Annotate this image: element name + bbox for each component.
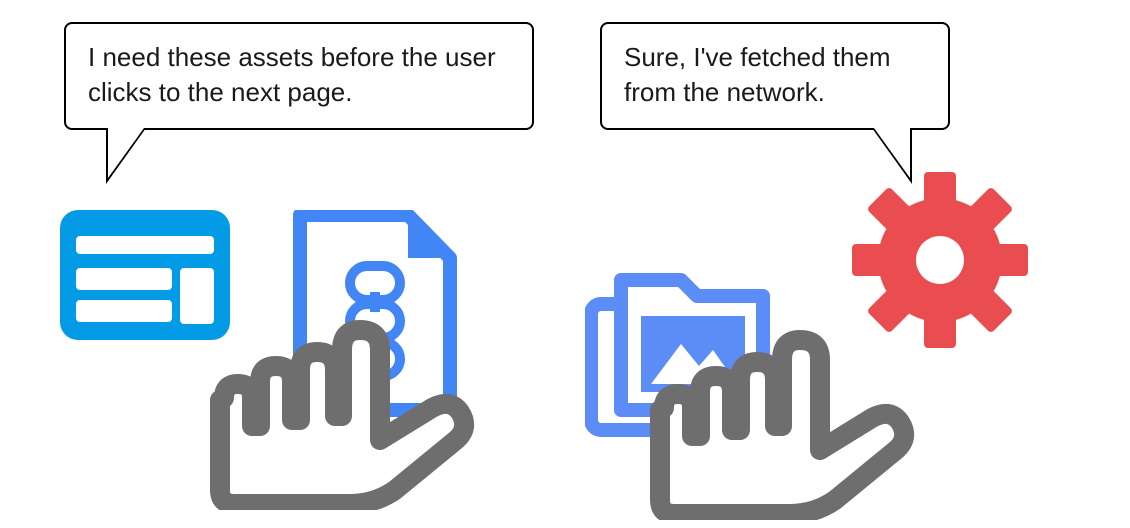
- speech-bubble-left: I need these assets before the user clic…: [64, 22, 534, 130]
- hand-pointing-left-icon: [200, 290, 480, 510]
- diagram-stage: I need these assets before the user clic…: [0, 0, 1130, 528]
- speech-bubble-right: Sure, I've fetched them from the network…: [600, 22, 950, 130]
- speech-bubble-right-text: Sure, I've fetched them from the network…: [624, 42, 891, 107]
- speech-bubble-left-text: I need these assets before the user clic…: [88, 42, 496, 107]
- gear-settings-icon: [850, 170, 1030, 350]
- bubble-tail: [108, 128, 144, 178]
